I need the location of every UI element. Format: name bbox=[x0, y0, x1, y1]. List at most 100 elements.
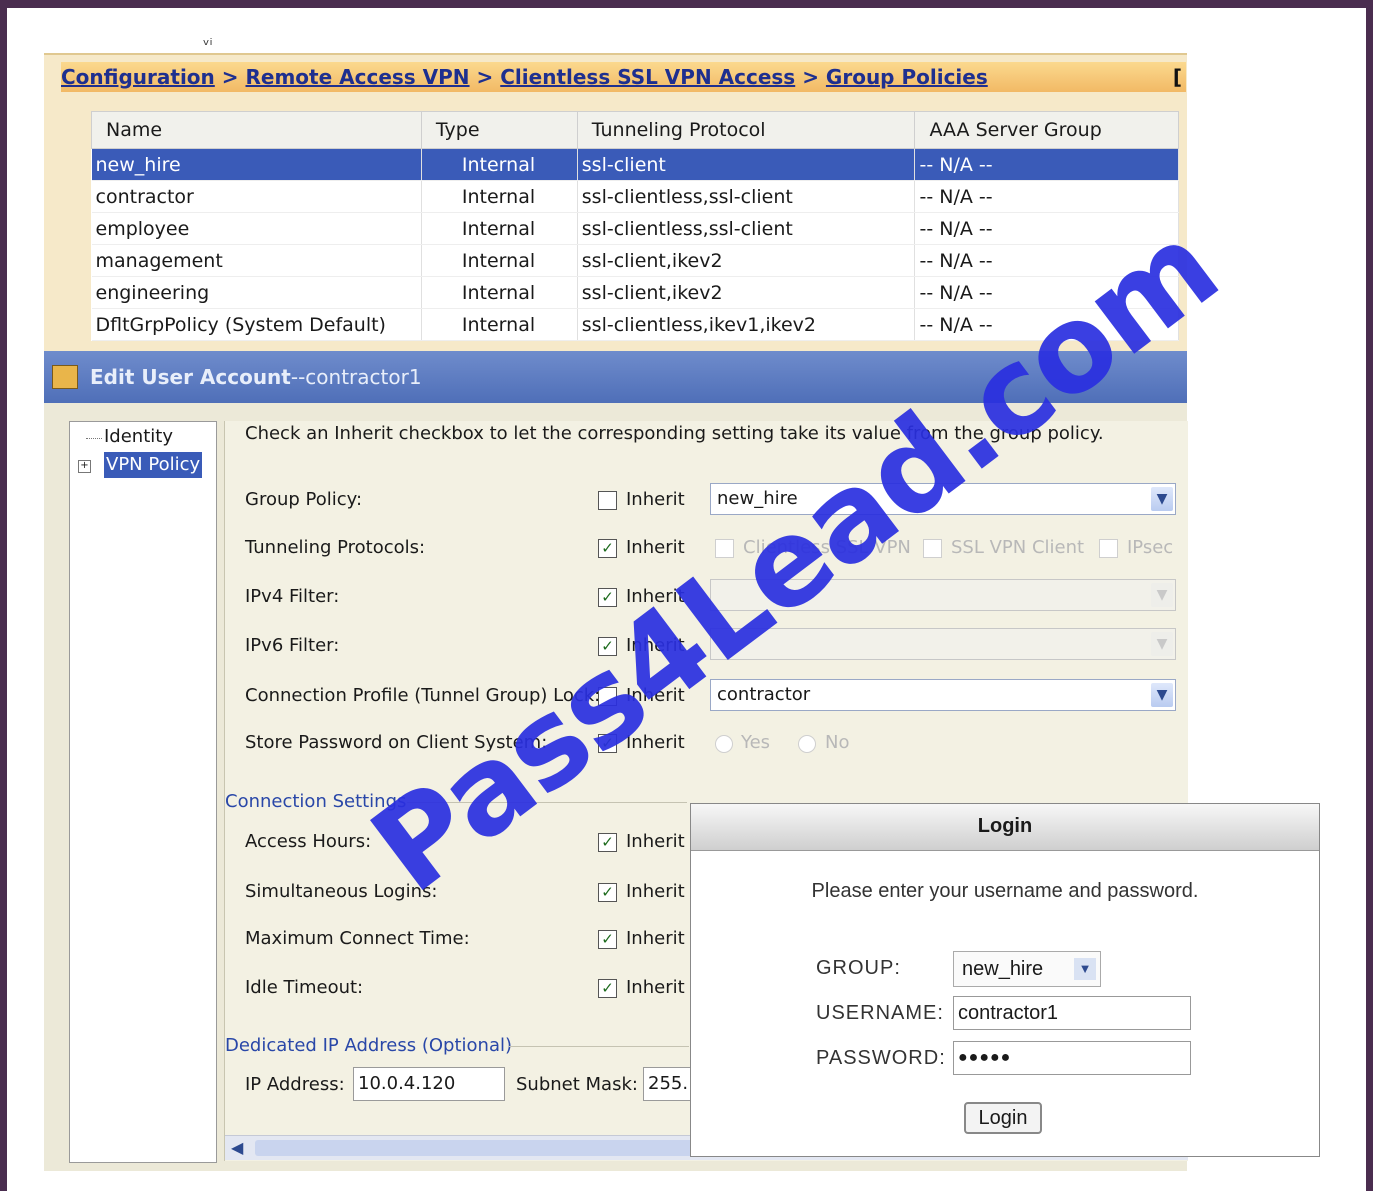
inherit-label: Inherit bbox=[626, 732, 685, 753]
inherit-label: Inherit bbox=[626, 831, 685, 852]
ipsec-checkbox[interactable] bbox=[1099, 539, 1118, 558]
breadcrumb-item-group-policies[interactable]: Group Policies bbox=[826, 65, 988, 89]
password-input[interactable]: ●●●●● bbox=[953, 1041, 1191, 1075]
group-policy-inherit-checkbox[interactable] bbox=[598, 491, 617, 510]
table-row[interactable]: new_hire Internal ssl-client -- N/A -- bbox=[91, 148, 1179, 181]
clientless-ssl-vpn-checkbox[interactable] bbox=[715, 539, 734, 558]
ip-address-input[interactable]: 10.0.4.120 bbox=[353, 1067, 505, 1101]
table-row[interactable]: engineering Internal ssl-client,ikev2 --… bbox=[91, 276, 1179, 309]
login-message: Please enter your username and password. bbox=[811, 880, 1199, 902]
store-password-inherit-checkbox[interactable]: ✓ bbox=[598, 734, 617, 753]
group-policy-label: Group Policy: bbox=[245, 489, 363, 510]
maximum-connect-time-inherit-checkbox[interactable]: ✓ bbox=[598, 930, 617, 949]
chevron-down-icon[interactable]: ▼ bbox=[1151, 683, 1173, 707]
simultaneous-logins-inherit-checkbox[interactable]: ✓ bbox=[598, 883, 617, 902]
breadcrumb-item-remote-access-vpn[interactable]: Remote Access VPN bbox=[246, 65, 470, 89]
ipv6-filter-label: IPv6 Filter: bbox=[245, 635, 340, 656]
group-policy-select[interactable]: new_hire ▼ bbox=[710, 483, 1176, 515]
ipv4-filter-select[interactable]: ▼ bbox=[710, 579, 1176, 611]
table-row[interactable]: contractor Internal ssl-clientless,ssl-c… bbox=[91, 180, 1179, 213]
cell-name: contractor bbox=[91, 180, 422, 213]
table-row[interactable]: management Internal ssl-client,ikev2 -- … bbox=[91, 244, 1179, 277]
cell-aaa: -- N/A -- bbox=[914, 276, 1179, 309]
ssl-vpn-client-checkbox[interactable] bbox=[923, 539, 942, 558]
cell-name: DfltGrpPolicy (System Default) bbox=[91, 308, 422, 341]
ipsec-label: IPsec bbox=[1127, 537, 1174, 558]
window-title: Edit User Account--contractor1 bbox=[90, 351, 422, 403]
ssl-vpn-client-label: SSL VPN Client bbox=[951, 537, 1085, 558]
inherit-hint: Check an Inherit checkbox to let the cor… bbox=[245, 423, 1104, 444]
user-account-icon bbox=[52, 365, 78, 389]
ipv6-inherit-checkbox[interactable]: ✓ bbox=[598, 637, 617, 656]
ipv6-filter-select[interactable]: ▼ bbox=[710, 628, 1176, 660]
idle-timeout-inherit-checkbox[interactable]: ✓ bbox=[598, 979, 617, 998]
username-label: USERNAME: bbox=[816, 1002, 944, 1024]
cell-name: employee bbox=[91, 212, 422, 245]
tunneling-inherit-checkbox[interactable]: ✓ bbox=[598, 539, 617, 558]
table-row[interactable]: DfltGrpPolicy (System Default) Internal … bbox=[91, 308, 1179, 341]
inherit-label: Inherit bbox=[626, 586, 685, 607]
access-hours-label: Access Hours: bbox=[245, 831, 372, 852]
corner-glyph: ᵥᵢ bbox=[203, 30, 213, 49]
store-password-label: Store Password on Client System: bbox=[245, 732, 548, 753]
group-policies-table: Name Type Tunneling Protocol AAA Server … bbox=[91, 111, 1179, 341]
cell-type: Internal bbox=[421, 276, 578, 309]
tunneling-protocols-label: Tunneling Protocols: bbox=[245, 537, 426, 558]
column-header-tunneling-protocol[interactable]: Tunneling Protocol bbox=[576, 111, 916, 149]
breadcrumb-item-clientless-ssl-vpn[interactable]: Clientless SSL VPN Access bbox=[500, 65, 795, 89]
login-dialog: Login Please enter your username and pas… bbox=[690, 803, 1320, 1157]
scroll-left-icon[interactable]: ◀ bbox=[231, 1136, 243, 1160]
cell-aaa: -- N/A -- bbox=[914, 180, 1179, 213]
cell-protocol: ssl-client,ikev2 bbox=[577, 244, 916, 277]
group-value: new_hire bbox=[962, 958, 1044, 980]
login-button[interactable]: Login bbox=[964, 1102, 1042, 1134]
column-header-type[interactable]: Type bbox=[420, 111, 578, 149]
group-label: GROUP: bbox=[816, 957, 901, 979]
cell-type: Internal bbox=[421, 148, 578, 181]
column-header-aaa-server-group[interactable]: AAA Server Group bbox=[914, 111, 1179, 149]
scrollbar-thumb[interactable] bbox=[255, 1140, 695, 1156]
dedicated-ip-heading: Dedicated IP Address (Optional) bbox=[225, 1035, 513, 1056]
section-divider bbox=[407, 802, 687, 803]
chevron-down-icon[interactable]: ▼ bbox=[1151, 487, 1173, 511]
connection-profile-select[interactable]: contractor ▼ bbox=[710, 679, 1176, 711]
group-select[interactable]: new_hire ▼ bbox=[953, 951, 1101, 987]
store-password-yes-radio[interactable] bbox=[715, 735, 733, 753]
window-title-main: Edit User Account bbox=[90, 365, 291, 389]
table-header-row: Name Type Tunneling Protocol AAA Server … bbox=[91, 111, 1179, 149]
tree-item-identity[interactable]: Identity bbox=[104, 426, 173, 447]
cell-protocol: ssl-client bbox=[577, 148, 916, 181]
password-label: PASSWORD: bbox=[816, 1047, 946, 1069]
breadcrumb-item-configuration[interactable]: Configuration bbox=[61, 65, 215, 89]
inherit-label: Inherit bbox=[626, 489, 685, 510]
ipv4-filter-label: IPv4 Filter: bbox=[245, 586, 340, 607]
section-divider bbox=[509, 1046, 689, 1047]
chevron-down-icon[interactable]: ▼ bbox=[1151, 632, 1173, 656]
column-header-name[interactable]: Name bbox=[91, 111, 422, 149]
inherit-label: Inherit bbox=[626, 685, 685, 706]
expand-icon[interactable]: + bbox=[78, 460, 91, 473]
cell-aaa: -- N/A -- bbox=[914, 308, 1179, 341]
table-row[interactable]: employee Internal ssl-clientless,ssl-cli… bbox=[91, 212, 1179, 245]
store-password-no-radio[interactable] bbox=[798, 735, 816, 753]
connection-profile-inherit-checkbox[interactable] bbox=[598, 687, 617, 706]
breadcrumb-end-glyph: [ bbox=[1172, 65, 1182, 89]
store-password-yes-label: Yes bbox=[741, 732, 771, 753]
username-input[interactable]: contractor1 bbox=[953, 996, 1191, 1030]
ip-address-label: IP Address: bbox=[245, 1074, 345, 1095]
window-title-account: --contractor1 bbox=[290, 365, 422, 389]
login-title: Login bbox=[691, 804, 1319, 851]
screenshot-frame: ᵥᵢ Configuration > Remote Access VPN > C… bbox=[0, 0, 1373, 1191]
breadcrumb-separator: > bbox=[802, 65, 819, 89]
simultaneous-logins-label: Simultaneous Logins: bbox=[245, 881, 438, 902]
ipv4-inherit-checkbox[interactable]: ✓ bbox=[598, 588, 617, 607]
tree-item-vpn-policy[interactable]: VPN Policy bbox=[104, 452, 203, 478]
chevron-down-icon[interactable]: ▼ bbox=[1074, 958, 1096, 980]
chevron-down-icon[interactable]: ▼ bbox=[1151, 583, 1173, 607]
inherit-label: Inherit bbox=[626, 635, 685, 656]
store-password-no-label: No bbox=[825, 732, 850, 753]
access-hours-inherit-checkbox[interactable]: ✓ bbox=[598, 833, 617, 852]
window-title-bar[interactable]: Edit User Account--contractor1 bbox=[44, 351, 1187, 403]
inherit-label: Inherit bbox=[626, 977, 685, 998]
cell-name: new_hire bbox=[91, 148, 422, 181]
